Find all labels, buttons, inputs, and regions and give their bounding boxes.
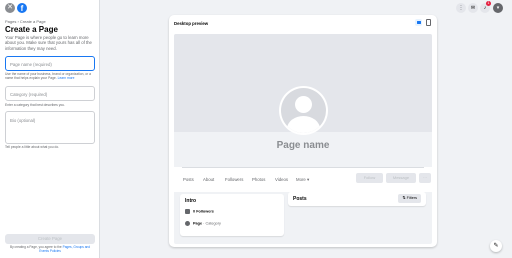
posts-heading: Posts [293, 196, 307, 202]
menu-grid-icon[interactable]: ⋮ [456, 3, 466, 13]
info-icon [185, 221, 190, 226]
tab-photos: Photos [252, 177, 266, 182]
tab-videos: Videos [275, 177, 289, 182]
page-name-helper: Use the name of your business, brand or … [5, 72, 97, 80]
learn-more-link[interactable]: Learn more [58, 76, 75, 80]
tab-more: More ▾ [296, 177, 310, 182]
intro-heading: Intro [185, 198, 197, 204]
tab-followers: Followers [225, 177, 244, 182]
page-preview: Page name Posts About Followers Photos V… [174, 34, 432, 244]
messenger-icon[interactable]: ✉ [468, 3, 478, 13]
tab-posts: Posts [183, 177, 194, 182]
profile-picture [279, 86, 328, 135]
facebook-logo[interactable]: f [17, 3, 27, 13]
compose-icon[interactable]: ✎ [490, 240, 502, 252]
followers-row: 0 Followers [185, 209, 214, 214]
create-page-button[interactable]: Create Page [5, 234, 95, 244]
terms-notice: By creating a Page, you agree to the Pag… [5, 245, 95, 253]
preview-page-name: Page name [276, 140, 330, 151]
message-label: Message [392, 175, 410, 180]
followers-label: Followers [196, 209, 214, 214]
bio-helper: Tell people a little about what you do. [5, 145, 60, 149]
preview-title: Desktop preview [174, 21, 209, 26]
followers-icon [185, 209, 190, 214]
page-category: Category [205, 221, 221, 226]
bio-input[interactable]: Bio (optional) [5, 111, 95, 144]
message-button: Message [386, 173, 416, 183]
page-label: Page [193, 221, 203, 226]
page-category-row: Page · Category [185, 221, 221, 226]
close-icon[interactable]: ✕ [5, 3, 15, 13]
desktop-preview-card: Desktop preview Page name Posts About Fo… [169, 15, 437, 247]
page-title: Create a Page [5, 25, 58, 34]
filters-button: ⇅ Filters [398, 194, 421, 203]
intro-card: Intro 0 Followers Page · Category [180, 194, 284, 236]
page-name-placeholder: Page name (required) [10, 62, 52, 67]
category-input[interactable]: Category (required) [5, 86, 95, 101]
mobile-view-icon[interactable] [426, 19, 431, 26]
breadcrumb: Pages › Create a Page [5, 19, 46, 24]
follow-label: Follow [363, 175, 376, 180]
category-placeholder: Category (required) [10, 92, 48, 97]
page-name-input[interactable]: Page name (required) [5, 56, 95, 71]
posts-card: Posts ⇅ Filters [288, 192, 426, 206]
category-helper: Enter a category that best describes you… [5, 103, 65, 107]
follow-button: Follow [356, 173, 383, 183]
intro-description: Your Page is where people go to learn mo… [5, 35, 92, 51]
page-name-helper-text: Use the name of your business, brand or … [5, 72, 91, 80]
bio-placeholder: Bio (optional) [10, 118, 36, 123]
filters-label: Filters [406, 196, 417, 200]
avatar-placeholder-icon [281, 88, 326, 133]
create-page-sidebar: ✕ f Pages › Create a Page Create a Page … [0, 0, 100, 258]
notifications-badge: 1 [486, 1, 491, 6]
page-tab-bar: Posts About Followers Photos Videos More… [174, 167, 432, 192]
desktop-view-icon[interactable] [415, 19, 422, 26]
account-icon[interactable]: ▾ [493, 3, 503, 13]
more-options-button: ··· [419, 173, 431, 183]
tab-about: About [203, 177, 215, 182]
followers-count: 0 [193, 209, 196, 214]
